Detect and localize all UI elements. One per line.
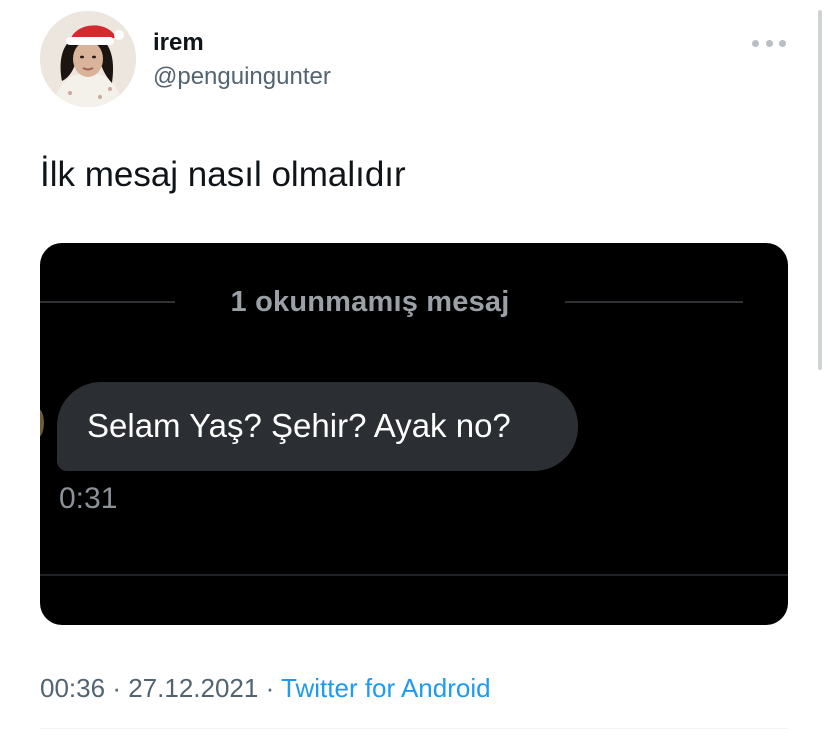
card-bottom-divider (40, 574, 788, 576)
sender-avatar (40, 408, 44, 438)
message-bubble: Selam Yaş? Şehir? Ayak no? (57, 382, 578, 471)
message-time: 0:31 (59, 482, 118, 515)
more-dot (765, 39, 773, 47)
display-name[interactable]: irem (153, 29, 204, 57)
tweet-meta: 00:36 · 27.12.2021 · Twitter for Android (40, 672, 491, 704)
scrollbar[interactable] (818, 10, 822, 370)
meta-separator: · (112, 673, 121, 703)
more-options-icon[interactable] (752, 34, 786, 52)
unread-divider-right (565, 301, 743, 303)
more-dot (752, 39, 759, 47)
footer-divider (40, 728, 788, 729)
meta-separator: · (265, 673, 275, 703)
avatar-image (40, 11, 136, 107)
media-card[interactable]: 1 okunmamış mesaj Selam Yaş? Şehir? Ayak… (40, 243, 788, 625)
user-handle[interactable]: @penguingunter (153, 63, 331, 91)
tweet-text: İlk mesaj nasıl olmalıdır (40, 155, 406, 194)
more-dot (779, 39, 786, 47)
tweet-time[interactable]: 00:36 (40, 673, 105, 703)
source-link[interactable]: Twitter for Android (281, 673, 491, 703)
avatar[interactable] (40, 11, 136, 107)
message-text: Selam Yaş? Şehir? Ayak no? (87, 407, 511, 444)
tweet-date[interactable]: 27.12.2021 (128, 673, 258, 703)
